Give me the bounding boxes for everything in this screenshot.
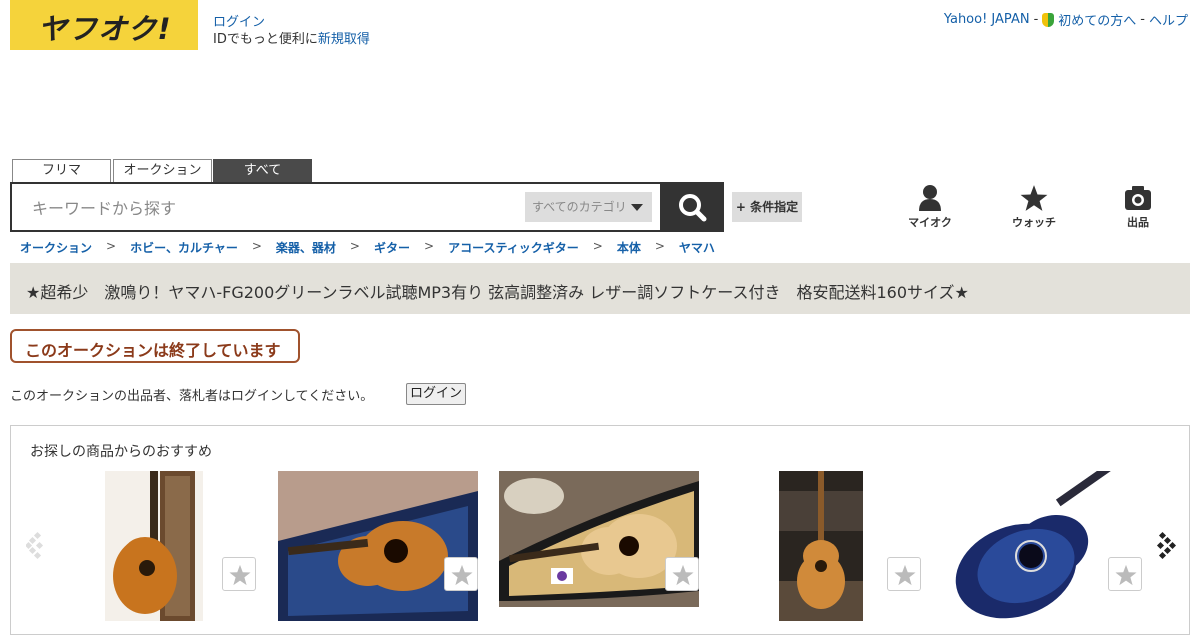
login-sub-label: IDでもっと便利に xyxy=(213,32,318,47)
item-title-bar: ★超希少 激鳴り！ヤマハ-FG200グリーンラベル試聴MP3有り 弦高調整済み … xyxy=(10,263,1190,314)
recommend-title: お探しの商品からのおすすめ xyxy=(30,444,212,460)
my-auction-nav[interactable]: マイオク xyxy=(900,184,960,230)
watch-label: ウォッチ xyxy=(1012,216,1056,229)
recommend-item-image[interactable] xyxy=(779,471,863,621)
chevron-down-icon xyxy=(631,204,643,211)
watch-button[interactable] xyxy=(665,557,699,591)
star-icon xyxy=(672,564,694,586)
logo-text: ヤフオク! xyxy=(38,12,172,46)
breadcrumb-item[interactable]: 本体 xyxy=(617,239,641,256)
login-notice: このオークションの出品者、落札者はログインしてください。 xyxy=(10,389,374,404)
top-link-separator: - xyxy=(1140,12,1145,27)
top-link-separator: - xyxy=(1033,12,1039,27)
breadcrumb-separator: > xyxy=(424,239,435,253)
tab-all[interactable]: すべて xyxy=(213,159,312,182)
condition-button[interactable]: + 条件指定 xyxy=(732,192,802,222)
breadcrumb-item[interactable]: ギター xyxy=(374,239,410,256)
sell-nav[interactable]: 出品 xyxy=(1108,184,1168,230)
breadcrumb: オークション > ホビー、カルチャー > 楽器、器材 > ギター > アコースティックギ… xyxy=(20,239,715,256)
tab-flea-market[interactable]: フリマ xyxy=(12,159,111,182)
yahuoku-logo[interactable]: ヤフオク! xyxy=(10,0,198,50)
notice-login-button[interactable]: ログイン xyxy=(406,383,466,405)
category-select-label: すべてのカテゴリ xyxy=(532,200,627,214)
my-auction-label: マイオク xyxy=(908,216,952,229)
help-link[interactable]: ヘルプ xyxy=(1149,10,1188,29)
sell-label: 出品 xyxy=(1127,216,1149,229)
carousel-prev-icon[interactable] xyxy=(24,530,46,560)
category-select[interactable]: すべてのカテゴリ xyxy=(525,192,652,222)
camera-icon xyxy=(1125,186,1151,210)
breadcrumb-separator: > xyxy=(592,239,603,253)
watch-nav[interactable]: ウォッチ xyxy=(1004,184,1064,230)
recommend-item-image[interactable] xyxy=(105,471,203,621)
search-icon xyxy=(679,194,707,222)
watch-button[interactable] xyxy=(444,557,478,591)
auction-ended-label: このオークションは終了しています xyxy=(25,341,281,360)
star-icon xyxy=(1020,185,1048,211)
breadcrumb-separator: > xyxy=(106,239,117,253)
auction-ended-badge: このオークションは終了しています xyxy=(10,329,300,363)
breadcrumb-item[interactable]: オークション xyxy=(20,239,92,256)
search-box: すべてのカテゴリ xyxy=(10,182,662,232)
breadcrumb-separator: > xyxy=(654,239,665,253)
recommend-item-image[interactable] xyxy=(278,471,478,621)
breadcrumb-item[interactable]: ヤマハ xyxy=(679,239,715,256)
search-input[interactable] xyxy=(22,184,534,232)
star-icon xyxy=(451,564,473,586)
breadcrumb-item[interactable]: ホビー、カルチャー xyxy=(130,239,238,256)
watch-button[interactable] xyxy=(887,557,921,591)
recommend-item-image[interactable] xyxy=(941,471,1142,621)
beginner-mark-icon xyxy=(1042,12,1055,27)
search-button[interactable] xyxy=(662,182,724,232)
top-links: Yahoo! JAPAN - 初めての方へ - ヘルプ xyxy=(944,10,1188,29)
beginner-link[interactable]: 初めての方へ xyxy=(1058,10,1136,29)
user-icon xyxy=(919,185,941,211)
star-icon xyxy=(229,564,251,586)
breadcrumb-separator: > xyxy=(251,239,262,253)
star-icon xyxy=(894,564,916,586)
carousel-next-icon[interactable] xyxy=(1156,530,1177,560)
breadcrumb-separator: > xyxy=(349,239,360,253)
login-subtext: IDでもっと便利に新規取得 xyxy=(213,28,370,47)
signup-link[interactable]: 新規取得 xyxy=(318,32,370,47)
yahoo-japan-link[interactable]: Yahoo! JAPAN xyxy=(944,12,1030,27)
breadcrumb-item[interactable]: 楽器、器材 xyxy=(276,239,336,256)
watch-button[interactable] xyxy=(222,557,256,591)
watch-button[interactable] xyxy=(1108,557,1142,591)
item-title: ★超希少 激鳴り！ヤマハ-FG200グリーンラベル試聴MP3有り 弦高調整済み … xyxy=(26,283,969,302)
tab-auction[interactable]: オークション xyxy=(113,159,212,182)
star-icon xyxy=(1115,564,1137,586)
breadcrumb-item[interactable]: アコースティックギター xyxy=(448,239,579,256)
